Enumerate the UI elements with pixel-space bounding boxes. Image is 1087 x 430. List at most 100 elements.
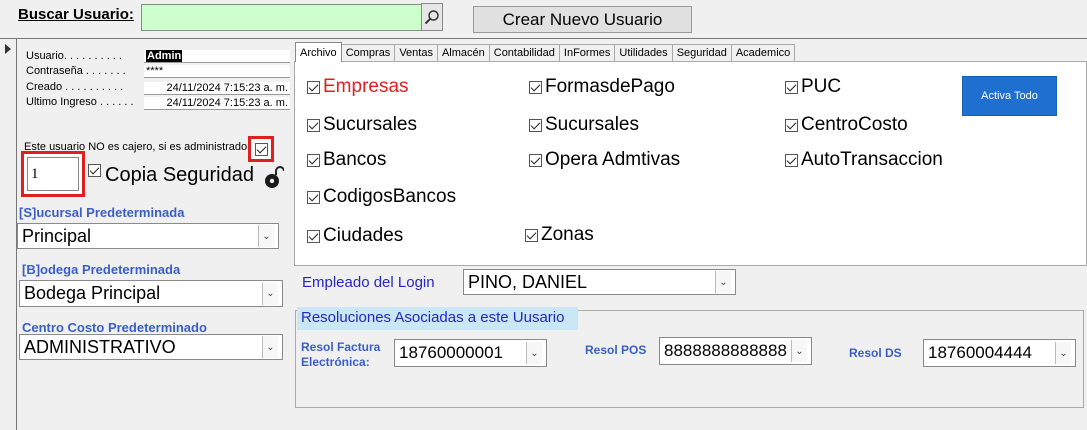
perm-label: CodigosBancos — [323, 186, 457, 207]
centro-costo-value: ADMINISTRATIVO — [24, 336, 176, 357]
chevron-down-icon[interactable]: ⌄ — [791, 340, 807, 362]
resol-factura-value: 18760000001 — [399, 343, 504, 362]
empleado-label: Empleado del Login — [302, 274, 435, 291]
tab-utilidades[interactable]: Utilidades — [614, 44, 673, 62]
tab-archivo[interactable]: Archivo — [295, 42, 342, 62]
record-pointer-icon — [5, 44, 11, 54]
empleado-value: PINO, DANIEL — [468, 271, 588, 292]
perm-sucursales[interactable]: Sucursales — [307, 114, 417, 136]
perm-checkbox[interactable] — [525, 228, 538, 242]
sucursal-value: Principal — [22, 225, 92, 246]
resol-ds-select[interactable]: 18760004444 ⌄ — [923, 339, 1076, 367]
perm-checkbox[interactable] — [307, 153, 320, 167]
resol-pos-select[interactable]: 8888888888888 ⌄ — [659, 337, 812, 365]
usuario-label: Usuario. . . . . . . . . . — [26, 50, 122, 62]
resoluciones-title: Resoluciones Asociadas a este Uusario — [297, 307, 578, 330]
chevron-down-icon[interactable]: ⌄ — [1055, 342, 1071, 364]
perm-checkbox[interactable] — [785, 118, 798, 132]
perm-centro-costo[interactable]: CentroCosto — [785, 114, 908, 136]
resol-factura-label: Resol Factura Electrónica: — [301, 340, 381, 369]
top-divider — [0, 38, 1087, 39]
chevron-down-icon[interactable]: ⌄ — [262, 282, 278, 305]
perm-label: PUC — [801, 76, 842, 97]
resol-pos-label: Resol POS — [585, 343, 647, 357]
chevron-down-icon[interactable]: ⌄ — [715, 271, 731, 293]
tab-informes[interactable]: InFormes — [558, 44, 616, 62]
activa-todo-button[interactable]: Activa Todo — [962, 76, 1057, 116]
perm-checkbox[interactable] — [529, 153, 542, 167]
perm-puc[interactable]: PUC — [785, 76, 841, 98]
number-field-highlight — [21, 151, 85, 197]
perm-checkbox[interactable] — [307, 229, 320, 243]
resol-ds-value: 18760004444 — [928, 343, 1033, 362]
tab-ventas[interactable]: Ventas — [394, 44, 438, 62]
centro-costo-select[interactable]: ADMINISTRATIVO ⌄ — [19, 334, 283, 360]
ultimo-ingreso-field: 24/11/2024 7:15:23 a. m. — [144, 97, 290, 110]
contrasena-label: Contraseña . . . . . . . — [26, 65, 126, 77]
resol-pos-value: 8888888888888 — [664, 341, 787, 360]
number-input[interactable] — [27, 157, 79, 191]
chevron-down-icon[interactable]: ⌄ — [262, 336, 278, 358]
perm-checkbox[interactable] — [785, 80, 798, 94]
module-tabs: Archivo Compras Ventas Almacén Contabili… — [295, 42, 796, 62]
sucursal-label: [S]ucursal Predeterminada — [19, 205, 185, 220]
perm-label: AutoTransaccion — [801, 149, 943, 170]
perm-label: Sucursales — [323, 114, 417, 135]
perm-label: Empresas — [323, 76, 409, 97]
perm-opera-admtivas[interactable]: Opera Admtivas — [529, 149, 680, 171]
usuario-value: Admin — [146, 50, 183, 62]
empleado-select[interactable]: PINO, DANIEL ⌄ — [463, 269, 736, 295]
search-button[interactable] — [421, 3, 443, 31]
perm-label: FormasdePago — [545, 76, 675, 97]
perm-auto-transaccion[interactable]: AutoTransaccion — [785, 149, 943, 171]
contrasena-field[interactable]: **** — [144, 65, 290, 78]
perm-checkbox[interactable] — [785, 153, 798, 167]
creado-label: Creado . . . . . . . . . . — [26, 81, 124, 93]
perm-label: Opera Admtivas — [545, 149, 681, 170]
tab-almacen[interactable]: Almacén — [436, 44, 490, 62]
tab-seguridad[interactable]: Seguridad — [671, 44, 732, 62]
perm-label: Ciudades — [323, 225, 404, 246]
perm-bancos[interactable]: Bancos — [307, 149, 386, 171]
perm-label: Sucursales — [545, 114, 639, 135]
perm-checkbox[interactable] — [307, 80, 320, 94]
tab-contabilidad[interactable]: Contabilidad — [488, 44, 560, 62]
perm-checkbox[interactable] — [307, 118, 320, 132]
chevron-down-icon[interactable]: ⌄ — [258, 225, 274, 247]
search-label: Buscar Usuario: — [18, 6, 134, 23]
perm-zonas[interactable]: Zonas — [525, 224, 594, 246]
create-user-button[interactable]: Crear Nuevo Usuario — [473, 6, 692, 33]
perm-sucursales-2[interactable]: Sucursales — [529, 114, 639, 136]
perm-checkbox[interactable] — [529, 80, 542, 94]
bodega-label: [B]odega Predeterminada — [22, 262, 181, 277]
search-icon — [424, 10, 439, 25]
perm-checkbox[interactable] — [529, 118, 542, 132]
creado-field: 24/11/2024 7:15:23 a. m. — [144, 82, 290, 95]
perm-label: Bancos — [323, 149, 387, 170]
perm-ciudades[interactable]: Ciudades — [307, 225, 403, 247]
record-selector-gutter — [0, 39, 17, 430]
perm-empresas[interactable]: Empresas — [307, 76, 409, 98]
perm-label: CentroCosto — [801, 114, 908, 135]
bodega-select[interactable]: Bodega Principal ⌄ — [19, 280, 283, 307]
search-input[interactable] — [141, 4, 422, 31]
perm-checkbox[interactable] — [307, 190, 320, 204]
copia-seguridad-label: Copia Seguridad — [105, 164, 254, 186]
tab-academico[interactable]: Academico — [730, 44, 796, 62]
tab-compras[interactable]: Compras — [340, 44, 396, 62]
bodega-value: Bodega Principal — [24, 283, 161, 303]
perm-codigos-bancos[interactable]: CodigosBancos — [307, 186, 456, 208]
admin-checkbox-highlight — [248, 136, 274, 162]
lock-icon[interactable] — [264, 166, 284, 190]
admin-checkbox[interactable] — [254, 142, 268, 156]
perm-label: Zonas — [541, 224, 594, 245]
copia-seguridad-checkbox[interactable] — [88, 164, 101, 177]
perm-formas-de-pago[interactable]: FormasdePago — [529, 76, 675, 98]
centro-costo-label: Centro Costo Predeterminado — [22, 320, 207, 335]
usuario-field[interactable]: Admin — [144, 50, 290, 63]
resol-ds-label: Resol DS — [849, 346, 902, 360]
ultimo-ingreso-label: Ultimo Ingreso . . . . . . — [26, 96, 134, 108]
resol-factura-select[interactable]: 18760000001 ⌄ — [394, 339, 547, 367]
sucursal-select[interactable]: Principal ⌄ — [17, 223, 279, 249]
chevron-down-icon[interactable]: ⌄ — [526, 342, 542, 364]
